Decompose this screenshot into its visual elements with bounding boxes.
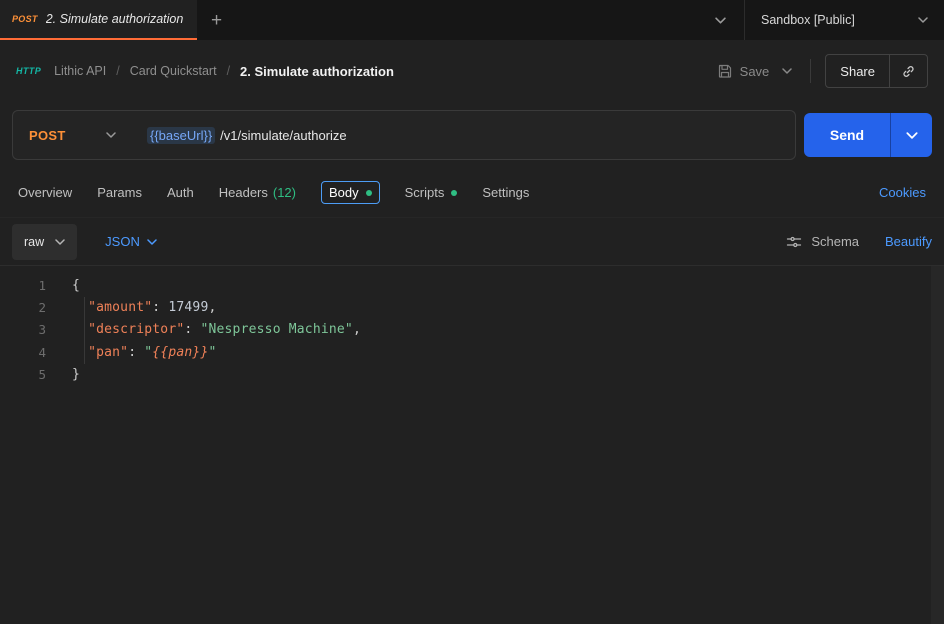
chevron-down-icon (147, 239, 157, 245)
schema-label: Schema (811, 234, 859, 249)
tab-body-label: Body (329, 185, 359, 200)
chevron-down-icon (55, 239, 65, 245)
line-number: 3 (0, 322, 46, 337)
link-icon (901, 64, 916, 79)
breadcrumb-current-request: 2. Simulate authorization (240, 64, 394, 79)
tab-body[interactable]: Body (321, 181, 380, 204)
tab-title: 2. Simulate authorization (46, 12, 184, 26)
tab-bar: POST 2. Simulate authorization + Sandbox… (0, 0, 944, 40)
language-label: JSON (105, 234, 140, 249)
tab-scripts[interactable]: Scripts (405, 185, 458, 200)
tab-auth[interactable]: Auth (167, 185, 194, 200)
request-tab[interactable]: POST 2. Simulate authorization (0, 0, 197, 40)
vertical-divider (810, 59, 811, 83)
copy-link-button[interactable] (890, 64, 927, 79)
tab-overview[interactable]: Overview (18, 185, 72, 200)
schema-button[interactable]: Schema (786, 234, 859, 249)
save-options-button[interactable] (778, 64, 796, 78)
request-tabs: Overview Params Auth Headers (12) Body S… (0, 168, 944, 218)
url-bar-row: POST {{baseUrl}} /v1/simulate/authorize … (0, 102, 944, 168)
body-modified-dot (366, 190, 372, 196)
tab-params[interactable]: Params (97, 185, 142, 200)
body-format-selector[interactable]: raw (12, 224, 77, 260)
breadcrumb: Lithic API / Card Quickstart / 2. Simula… (54, 64, 394, 79)
method-selector[interactable]: POST (13, 111, 133, 159)
save-label: Save (740, 64, 770, 79)
tab-settings[interactable]: Settings (482, 185, 529, 200)
breadcrumb-separator: / (227, 64, 230, 78)
editor-line: 2 "amount": 17499, (0, 296, 944, 318)
editor-line: 4 "pan": "{{pan}}" (0, 341, 944, 363)
schema-sliders-icon (786, 235, 802, 249)
body-format-label: raw (24, 235, 44, 249)
header-actions: Save Share (717, 54, 928, 88)
environment-selector[interactable]: Sandbox [Public] (744, 0, 944, 40)
tab-headers[interactable]: Headers (12) (219, 185, 296, 200)
send-options-button[interactable] (890, 113, 932, 157)
editor-line: 1{ (0, 274, 944, 296)
editor-line: 5} (0, 364, 944, 386)
send-button[interactable]: Send (804, 113, 890, 157)
tab-scripts-label: Scripts (405, 185, 445, 200)
code-line: } (46, 367, 80, 382)
tab-headers-label: Headers (219, 185, 268, 200)
request-header-row: HTTP Lithic API / Card Quickstart / 2. S… (0, 40, 944, 102)
chevron-down-icon (906, 132, 918, 139)
chevron-down-icon (106, 132, 116, 138)
line-number: 2 (0, 300, 46, 315)
chevron-down-icon (782, 68, 792, 74)
breadcrumb-separator: / (116, 64, 119, 78)
breadcrumb-item-folder[interactable]: Card Quickstart (130, 64, 217, 78)
share-button[interactable]: Share (825, 54, 928, 88)
beautify-link[interactable]: Beautify (885, 234, 932, 249)
save-button[interactable]: Save (717, 63, 770, 79)
code-line: "descriptor": "Nespresso Machine", (46, 322, 361, 337)
share-label: Share (826, 64, 889, 79)
line-number: 5 (0, 367, 46, 382)
code-line: "amount": 17499, (46, 300, 217, 315)
line-number: 4 (0, 345, 46, 360)
body-toolbar: raw JSON Schema Beautify (0, 218, 944, 266)
cookies-link[interactable]: Cookies (879, 185, 926, 200)
chevron-down-icon (918, 17, 928, 23)
environment-name: Sandbox [Public] (761, 13, 855, 27)
url-variable-chip[interactable]: {{baseUrl}} (147, 127, 215, 144)
scripts-modified-dot (451, 190, 457, 196)
indent-guide (84, 297, 85, 364)
headers-count: (12) (273, 185, 296, 200)
code-line: "pan": "{{pan}}" (46, 345, 217, 360)
url-bar: POST {{baseUrl}} /v1/simulate/authorize (12, 110, 796, 160)
breadcrumb-item-collection[interactable]: Lithic API (54, 64, 106, 78)
editor-scrollbar[interactable] (931, 266, 944, 624)
code-line: { (46, 278, 80, 293)
http-request-icon: HTTP (16, 66, 41, 76)
editor-line: 3 "descriptor": "Nespresso Machine", (0, 319, 944, 341)
tab-list-chevron-button[interactable] (697, 0, 744, 40)
add-tab-button[interactable]: + (197, 0, 236, 40)
send-split-button: Send (804, 113, 932, 157)
language-selector[interactable]: JSON (105, 234, 157, 249)
line-number: 1 (0, 278, 46, 293)
editor-lines: 1{2 "amount": 17499,3 "descriptor": "Nes… (0, 274, 944, 386)
app-window: POST 2. Simulate authorization + Sandbox… (0, 0, 944, 624)
code-editor[interactable]: 1{2 "amount": 17499,3 "descriptor": "Nes… (0, 266, 944, 624)
save-icon (717, 63, 733, 79)
method-label: POST (29, 128, 66, 143)
url-input[interactable]: {{baseUrl}} /v1/simulate/authorize (133, 111, 795, 159)
tab-method-label: POST (12, 14, 38, 24)
chevron-down-icon (715, 17, 726, 24)
url-path: /v1/simulate/authorize (220, 128, 346, 143)
tab-bar-spacer (236, 0, 697, 40)
